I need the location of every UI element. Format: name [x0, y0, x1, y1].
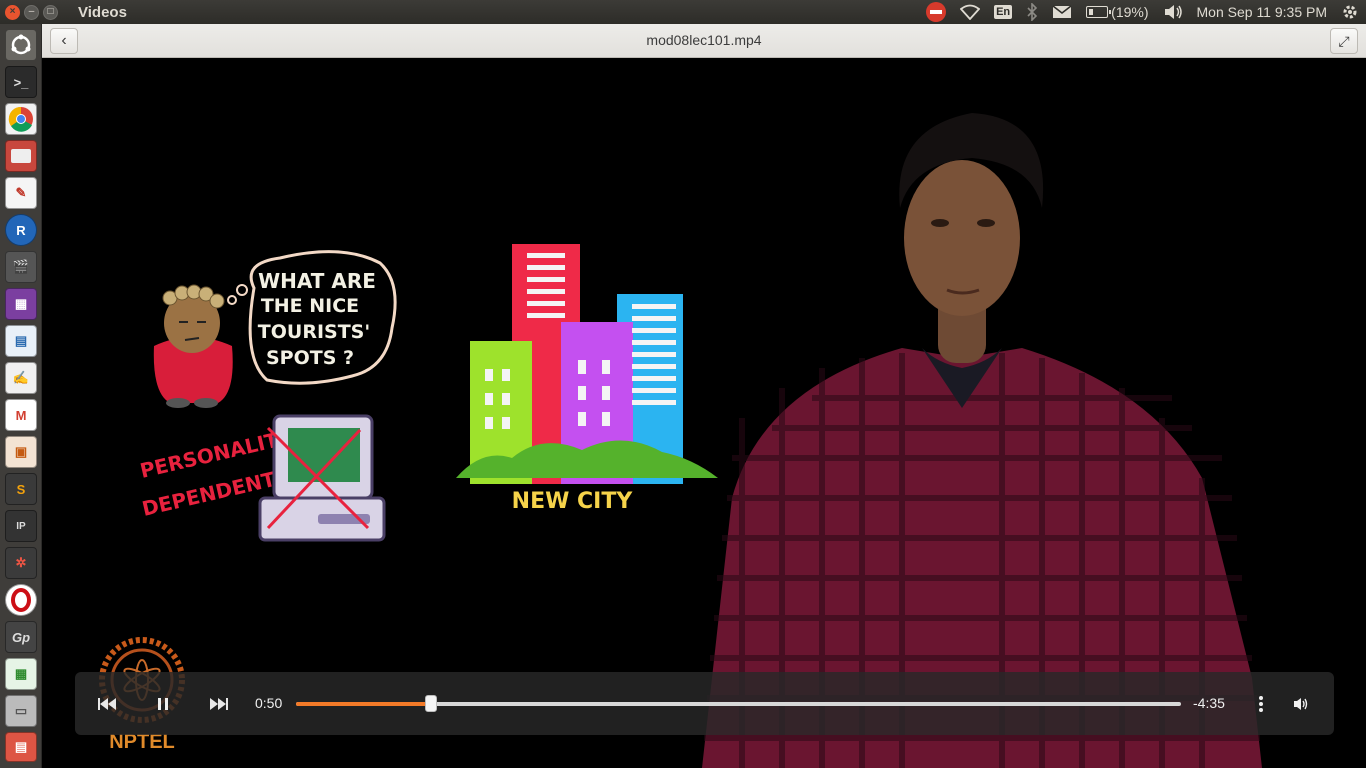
mail-icon: [1052, 5, 1072, 18]
time-remaining: -4:35: [1193, 695, 1225, 711]
geogebra-icon: Gp: [11, 629, 31, 645]
previous-button[interactable]: [95, 692, 119, 716]
terminal-icon: >_: [13, 74, 29, 90]
no-entry-indicator[interactable]: [919, 0, 953, 24]
video-surface[interactable]: WHAT ARE THE NICE TOURISTS' SPOTS ? PERS…: [42, 58, 1366, 768]
pause-icon: [158, 698, 168, 710]
clock[interactable]: Mon Sep 11 9:35 PM: [1190, 0, 1334, 24]
r-icon: R: [16, 222, 26, 238]
time-elapsed: 0:50: [255, 695, 283, 711]
city-illustration: [456, 244, 718, 484]
video-file-title: mod08lec101.mp4: [646, 32, 762, 48]
launcher-app[interactable]: ▤: [5, 732, 37, 762]
launcher: >_ ✎ R 🎬 ▦ ▤ ✍ M ▣ S IP ✲ Gp ▦ ▭ ▤: [0, 24, 42, 768]
skip-next-icon: [210, 698, 228, 710]
crossed-computer-illustration: [258, 414, 386, 542]
pdf-icon: ✎: [15, 185, 27, 200]
seek-bar[interactable]: [296, 695, 1181, 712]
bubble-line-3: TOURISTS': [258, 321, 370, 343]
city-caption: NEW CITY: [512, 489, 634, 514]
more-vertical-icon: [1259, 696, 1263, 712]
maximize-window-button[interactable]: □: [43, 4, 58, 20]
launcher-settings-tool[interactable]: ✲: [5, 547, 37, 579]
top-panel: × – □ Videos En (19%) Mon Sep 11 9:35 PM: [0, 0, 1366, 24]
launcher-sublime[interactable]: S: [5, 473, 37, 505]
launcher-docs[interactable]: ▤: [5, 325, 37, 357]
launcher-opera[interactable]: [5, 584, 37, 616]
next-button[interactable]: [207, 692, 231, 716]
launcher-spreadsheet[interactable]: ▦: [5, 658, 37, 690]
bluetooth-icon: [1027, 3, 1038, 21]
launcher-dash-button[interactable]: [5, 29, 37, 61]
video-frame: WHAT ARE THE NICE TOURISTS' SPOTS ? PERS…: [99, 113, 1262, 768]
bubble-line-4: SPOTS ?: [266, 347, 354, 369]
bluetooth-indicator[interactable]: [1019, 0, 1045, 24]
thinking-person-illustration: [153, 284, 248, 408]
launcher-pdf-viewer[interactable]: ✎: [5, 177, 37, 209]
ipython-icon: IP: [16, 520, 26, 532]
presenter-figure: [702, 113, 1262, 768]
sublime-icon: S: [16, 481, 26, 497]
no-entry-icon: [926, 2, 947, 22]
keyboard-layout-indicator[interactable]: En: [987, 0, 1019, 24]
document-icon: ▤: [14, 333, 28, 348]
battery-percentage: (19%): [1111, 4, 1149, 20]
spreadsheet-icon: ▦: [14, 666, 28, 681]
expand-icon: ⤢: [1338, 32, 1350, 49]
launcher-terminal[interactable]: >_: [5, 66, 37, 98]
launcher-files[interactable]: [5, 140, 37, 172]
drive-icon: ▭: [14, 703, 28, 718]
mail-indicator[interactable]: [1045, 0, 1079, 24]
media-icon: ▦: [14, 296, 28, 311]
ubuntu-logo-icon: [11, 34, 31, 55]
menu-button[interactable]: [1251, 692, 1271, 716]
app-icon: ▤: [14, 739, 28, 754]
system-tray: En (19%) Mon Sep 11 9:35 PM: [919, 0, 1366, 24]
cog-icon: ✲: [15, 555, 27, 570]
play-pause-button[interactable]: [152, 692, 174, 716]
launcher-gmail[interactable]: M: [5, 399, 37, 431]
bubble-line-1: WHAT ARE: [258, 269, 376, 293]
launcher-r[interactable]: R: [5, 214, 37, 246]
launcher-ipython[interactable]: IP: [5, 510, 37, 542]
fullscreen-button[interactable]: ⤢: [1330, 28, 1358, 54]
presentation-icon: ▣: [14, 444, 28, 459]
files-icon: [11, 149, 31, 163]
clapperboard-icon: 🎬: [12, 259, 30, 274]
wifi-icon: [960, 4, 981, 20]
launcher-media[interactable]: ▦: [5, 288, 37, 320]
launcher-drive[interactable]: ▭: [5, 695, 37, 727]
battery-icon: [1086, 6, 1112, 18]
seek-bar-progress: [296, 702, 432, 706]
opera-icon: [11, 588, 31, 612]
launcher-geogebra[interactable]: Gp: [5, 621, 37, 653]
volume-indicator[interactable]: [1156, 0, 1190, 24]
bubble-line-2: THE NICE: [261, 295, 359, 317]
player-controls: 0:50 -4:35: [75, 672, 1334, 735]
window-header: ‹ mod08lec101.mp4 ⤢: [42, 24, 1366, 58]
close-window-button[interactable]: ×: [5, 4, 20, 20]
keyboard-layout-label: En: [994, 5, 1013, 19]
seek-handle[interactable]: [425, 695, 438, 712]
session-menu[interactable]: [1334, 0, 1366, 24]
volume-button[interactable]: [1289, 692, 1313, 716]
window-controls: × – □: [5, 4, 58, 20]
launcher-presentation[interactable]: ▣: [5, 436, 37, 468]
wifi-indicator[interactable]: [953, 0, 987, 24]
battery-indicator[interactable]: (19%): [1079, 0, 1155, 24]
launcher-text-editor[interactable]: ✍: [5, 362, 37, 394]
app-title: Videos: [78, 3, 127, 21]
volume-icon: [1294, 698, 1308, 710]
chrome-icon: [8, 106, 33, 132]
skip-previous-icon: [98, 698, 116, 710]
text-editor-icon: ✍: [12, 370, 30, 385]
speaker-icon: [1164, 5, 1182, 19]
launcher-videos[interactable]: 🎬: [5, 251, 37, 283]
minimize-window-button[interactable]: –: [24, 4, 39, 20]
gear-icon: [1343, 5, 1357, 19]
launcher-chrome[interactable]: [5, 103, 37, 135]
gmail-icon: M: [15, 407, 27, 423]
